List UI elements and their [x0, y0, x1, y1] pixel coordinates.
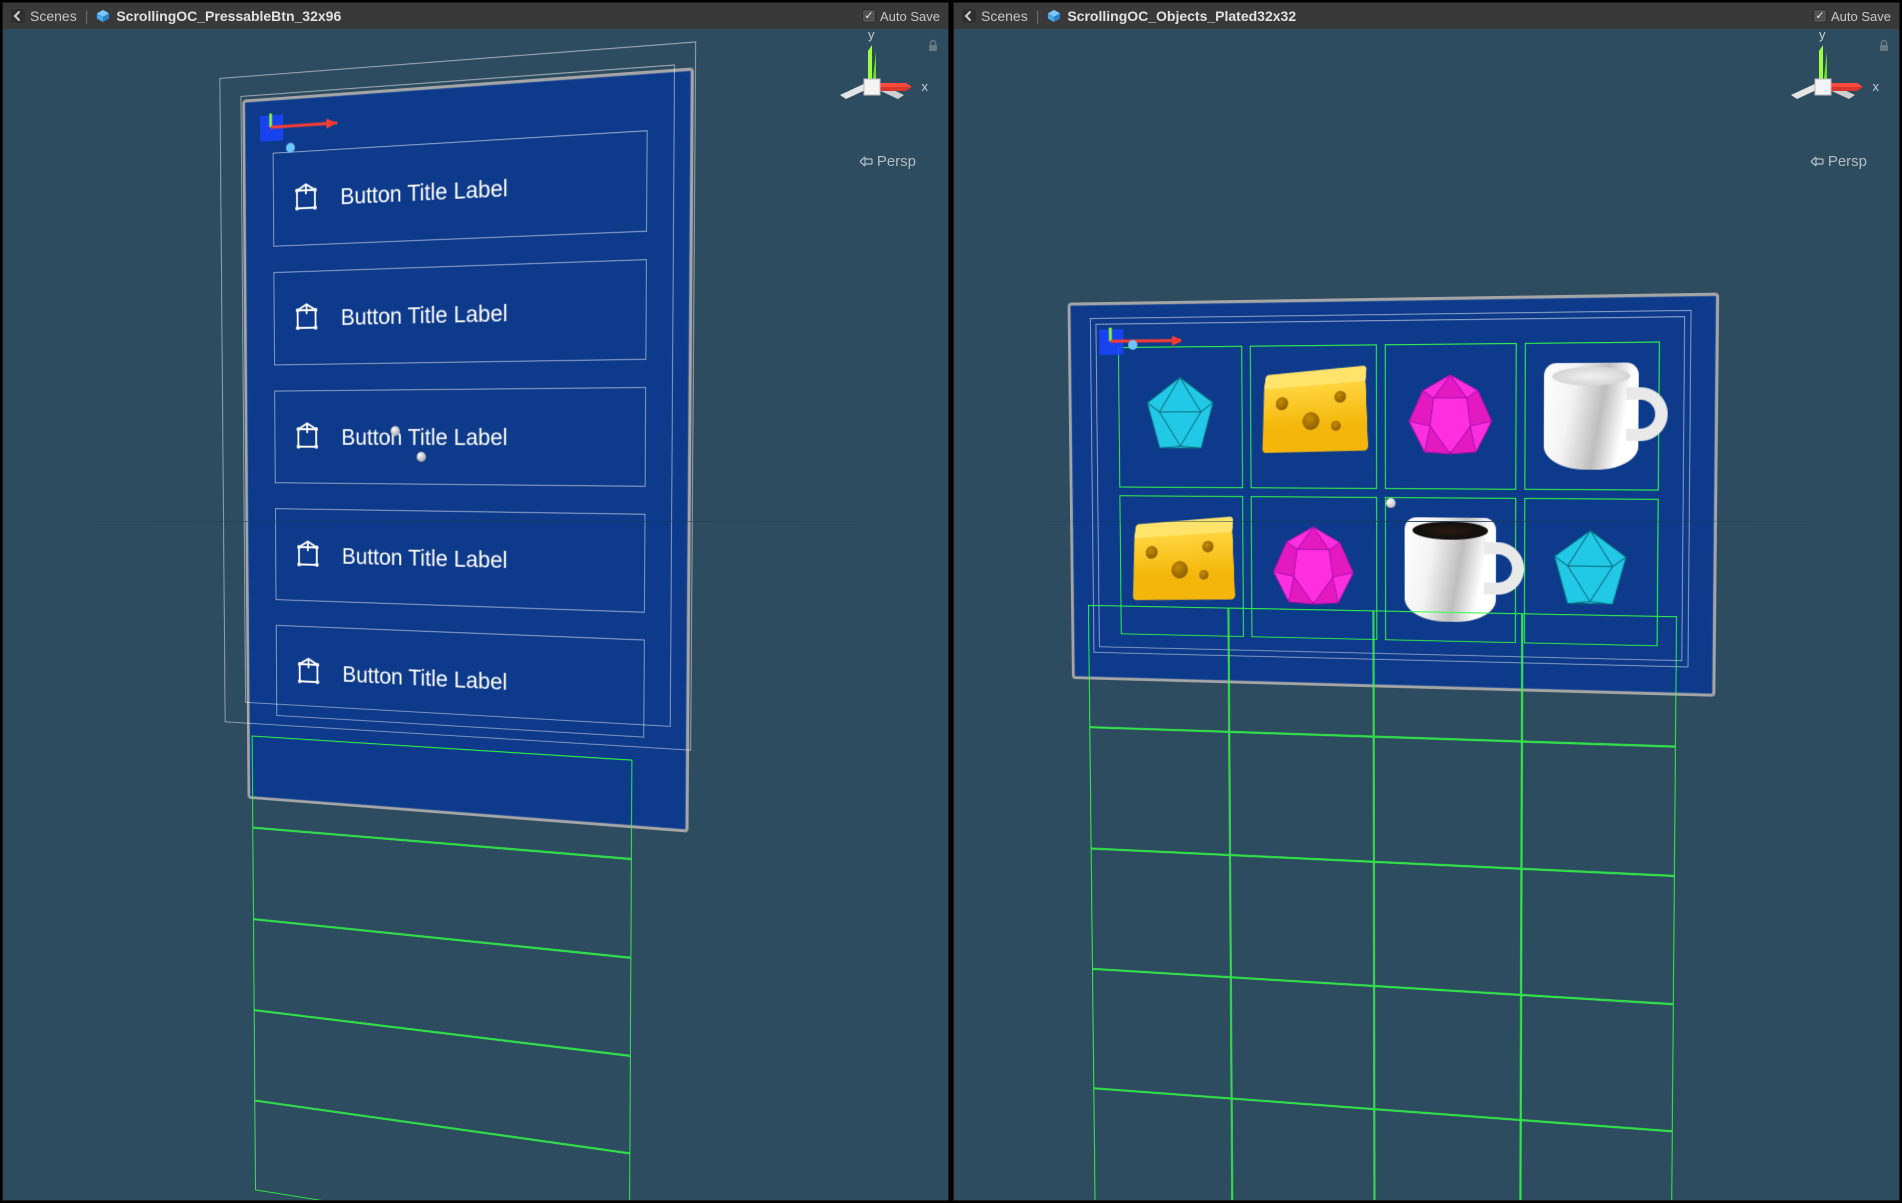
orientation-gizmo[interactable]: x y — [822, 37, 922, 137]
drag-handle[interactable] — [417, 452, 426, 462]
axis-x-text: x — [922, 79, 929, 94]
persp-icon — [859, 156, 873, 167]
button-label: Button Title Label — [342, 661, 507, 696]
collider-grid — [1088, 605, 1677, 1201]
persp-icon — [1810, 156, 1824, 167]
icosahedron-icon — [1137, 372, 1224, 463]
object-tile-mug[interactable] — [1524, 341, 1660, 490]
geosphere-icon — [1269, 522, 1358, 614]
back-icon — [11, 9, 25, 23]
auto-save-label: Auto Save — [1831, 9, 1891, 24]
mug-icon — [1404, 517, 1495, 623]
horizon-line — [954, 521, 1899, 522]
projection-toggle[interactable]: Persp — [1810, 153, 1867, 170]
checkbox-icon: ✓ — [1813, 9, 1827, 23]
scene-toolbar: Scenes | ScrollingOC_Objects_Plated32x32… — [954, 3, 1899, 29]
pressable-button[interactable]: Button Title Label — [274, 387, 646, 487]
orientation-gizmo[interactable]: x y — [1773, 37, 1873, 137]
object-tile-icosahedron[interactable] — [1118, 346, 1243, 488]
cheese-icon — [1133, 530, 1235, 601]
horizon-line — [3, 521, 948, 522]
asset-name-label: ScrollingOC_Objects_Plated32x32 — [1067, 8, 1296, 24]
scene-view-left[interactable]: Scenes | ScrollingOC_PressableBtn_32x96 … — [2, 2, 949, 1201]
projection-label: Persp — [1828, 153, 1867, 170]
auto-save-toggle[interactable]: ✓ Auto Save — [862, 9, 940, 24]
pressable-button[interactable]: Button Title Label — [275, 508, 646, 613]
mug-icon — [1544, 362, 1639, 469]
placeholder-icon — [294, 539, 323, 571]
geosphere-icon — [1404, 370, 1496, 464]
placeholder-icon — [292, 302, 321, 334]
placeholder-icon — [293, 421, 322, 452]
object-tile-cheese[interactable] — [1119, 495, 1243, 637]
slate-panel[interactable] — [1068, 293, 1720, 697]
placeholder-icon — [292, 182, 321, 215]
lock-icon[interactable] — [1877, 39, 1891, 53]
object-tile-geosphere[interactable] — [1385, 343, 1516, 490]
checkbox-icon: ✓ — [862, 9, 876, 23]
auto-save-label: Auto Save — [880, 9, 940, 24]
auto-save-toggle[interactable]: ✓ Auto Save — [1813, 9, 1891, 24]
prefab-icon — [1047, 9, 1061, 23]
projection-label: Persp — [877, 153, 916, 170]
breadcrumb-root[interactable]: Scenes — [962, 8, 1028, 24]
breadcrumb-root-label: Scenes — [981, 8, 1028, 24]
breadcrumb-asset[interactable]: ScrollingOC_Objects_Plated32x32 — [1047, 8, 1296, 24]
projection-toggle[interactable]: Persp — [859, 153, 916, 170]
prefab-icon — [96, 9, 110, 23]
breadcrumb-root-label: Scenes — [30, 8, 77, 24]
breadcrumb-separator: | — [85, 8, 89, 24]
object-grid — [1118, 341, 1660, 646]
drag-handle[interactable] — [391, 426, 400, 436]
scene-viewport[interactable] — [954, 29, 1899, 1200]
breadcrumb-separator: | — [1036, 8, 1040, 24]
cheese-icon — [1263, 379, 1369, 453]
scene-viewport[interactable]: Button Title Label Button Title Label Bu… — [3, 29, 948, 1200]
object-tile-geosphere[interactable] — [1250, 496, 1377, 640]
breadcrumb-root[interactable]: Scenes — [11, 8, 77, 24]
scene-toolbar: Scenes | ScrollingOC_PressableBtn_32x96 … — [3, 3, 948, 29]
back-icon — [962, 9, 976, 23]
lock-icon[interactable] — [926, 39, 940, 53]
scene-view-right[interactable]: Scenes | ScrollingOC_Objects_Plated32x32… — [953, 2, 1900, 1201]
slate-panel[interactable]: Button Title Label Button Title Label Bu… — [242, 67, 694, 832]
placeholder-icon — [294, 656, 322, 688]
axis-y-text: y — [868, 27, 875, 42]
asset-name-label: ScrollingOC_PressableBtn_32x96 — [116, 8, 341, 24]
axis-x-text: x — [1873, 79, 1880, 94]
axis-y-text: y — [1819, 27, 1826, 42]
breadcrumb-asset[interactable]: ScrollingOC_PressableBtn_32x96 — [96, 8, 341, 24]
